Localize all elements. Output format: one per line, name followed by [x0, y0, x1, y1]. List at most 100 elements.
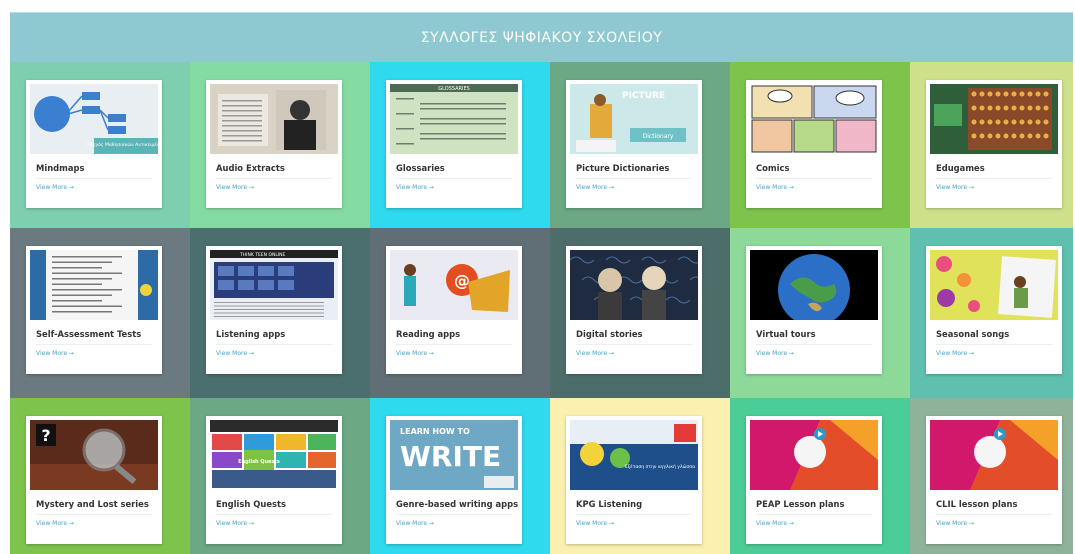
svg-text:Dictionary: Dictionary	[643, 133, 674, 140]
view-more-link[interactable]: View More →	[216, 184, 254, 191]
collection-tile: Comics View More →	[730, 62, 910, 228]
view-more-link[interactable]: View More →	[36, 520, 74, 527]
writing-icon[interactable]: LEARN HOW TO WRITE	[390, 420, 518, 490]
svg-text:THINK TEEN ONLINE: THINK TEEN ONLINE	[239, 252, 286, 258]
song-icon[interactable]	[930, 250, 1058, 320]
collection-title[interactable]: CLIL lesson plans	[936, 499, 1058, 509]
collections-grid: Οδηγός Μαθησιακών Αντικειμένων Mindmaps …	[10, 62, 1073, 554]
view-more-link[interactable]: View More →	[216, 520, 254, 527]
globe-icon[interactable]	[750, 250, 878, 320]
collection-title[interactable]: Mindmaps	[36, 163, 158, 173]
test-icon[interactable]	[30, 250, 158, 320]
view-more-link[interactable]: View More →	[216, 350, 254, 357]
collection-tile: Seasonal songs View More →	[910, 228, 1073, 398]
collection-tile: THINK TEEN ONLINE Listening apps View Mo…	[190, 228, 370, 398]
divider	[756, 344, 872, 345]
divider	[36, 178, 152, 179]
view-more-link[interactable]: View More →	[396, 184, 434, 191]
listening-icon[interactable]: THINK TEEN ONLINE	[210, 250, 338, 320]
collection-title[interactable]: Genre-based writing apps	[396, 499, 518, 509]
collection-title[interactable]: Mystery and Lost series	[36, 499, 158, 509]
edugames-icon[interactable]	[930, 84, 1058, 154]
svg-text:Οδηγός Μαθησιακών Αντικειμένων: Οδηγός Μαθησιακών Αντικειμένων	[86, 141, 158, 148]
comics-icon[interactable]	[750, 84, 878, 154]
collection-card[interactable]: Εξέταση στην αγγλική γλώσσα KPG Listenin…	[566, 416, 702, 544]
view-more-link[interactable]: View More →	[576, 520, 614, 527]
divider	[36, 344, 152, 345]
collection-title[interactable]: Edugames	[936, 163, 1058, 173]
collection-title[interactable]: Seasonal songs	[936, 329, 1058, 339]
view-more-link[interactable]: View More →	[756, 350, 794, 357]
collection-tile: PICTURE Dictionary Picture Dictionaries …	[550, 62, 730, 228]
collection-tile: @ Reading apps View More →	[370, 228, 550, 398]
collection-card[interactable]: @ Reading apps View More →	[386, 246, 522, 374]
collection-card[interactable]: PEAP Lesson plans View More →	[746, 416, 882, 544]
collection-tile: GLOSSARIES Glossaries View More →	[370, 62, 550, 228]
mindmap-icon[interactable]: Οδηγός Μαθησιακών Αντικειμένων	[30, 84, 158, 154]
collection-card[interactable]: English Quests English Quests View More …	[206, 416, 342, 544]
view-more-link[interactable]: View More →	[936, 350, 974, 357]
view-more-link[interactable]: View More →	[396, 520, 434, 527]
view-more-link[interactable]: View More →	[36, 184, 74, 191]
quest-icon[interactable]: English Quests	[210, 420, 338, 490]
collection-card[interactable]: Self-Assessment Tests View More →	[26, 246, 162, 374]
reading-icon[interactable]: @	[390, 250, 518, 320]
collection-card[interactable]: Audio Extracts View More →	[206, 80, 342, 208]
kpg-icon[interactable]: Εξέταση στην αγγλική γλώσσα	[570, 420, 698, 490]
view-more-link[interactable]: View More →	[576, 350, 614, 357]
svg-text:?: ?	[41, 426, 50, 445]
collection-card[interactable]: Virtual tours View More →	[746, 246, 882, 374]
collection-card[interactable]: LEARN HOW TO WRITE Genre-based writing a…	[386, 416, 522, 544]
story-icon[interactable]	[570, 250, 698, 320]
collection-title[interactable]: Picture Dictionaries	[576, 163, 698, 173]
collection-title[interactable]: Listening apps	[216, 329, 338, 339]
divider	[396, 344, 512, 345]
collection-card[interactable]: GLOSSARIES Glossaries View More →	[386, 80, 522, 208]
collection-title[interactable]: Comics	[756, 163, 878, 173]
view-more-link[interactable]: View More →	[936, 520, 974, 527]
clil-icon[interactable]	[930, 420, 1058, 490]
collection-card[interactable]: Οδηγός Μαθησιακών Αντικειμένων Mindmaps …	[26, 80, 162, 208]
collection-card[interactable]: ? Mystery and Lost series View More →	[26, 416, 162, 544]
view-more-link[interactable]: View More →	[36, 350, 74, 357]
svg-text:LEARN HOW TO: LEARN HOW TO	[400, 427, 470, 436]
collection-title[interactable]: Glossaries	[396, 163, 518, 173]
collection-card[interactable]: THINK TEEN ONLINE Listening apps View Mo…	[206, 246, 342, 374]
collection-card[interactable]: Comics View More →	[746, 80, 882, 208]
collection-tile: Self-Assessment Tests View More →	[10, 228, 190, 398]
view-more-link[interactable]: View More →	[756, 520, 794, 527]
view-more-link[interactable]: View More →	[756, 184, 794, 191]
collection-title[interactable]: English Quests	[216, 499, 338, 509]
view-more-link[interactable]: View More →	[936, 184, 974, 191]
collection-title[interactable]: Self-Assessment Tests	[36, 329, 158, 339]
collection-title[interactable]: KPG Listening	[576, 499, 698, 509]
divider	[576, 344, 692, 345]
view-more-link[interactable]: View More →	[396, 350, 434, 357]
collection-title[interactable]: PEAP Lesson plans	[756, 499, 878, 509]
mystery-icon[interactable]: ?	[30, 420, 158, 490]
divider	[396, 514, 512, 515]
collection-card[interactable]: Digital stories View More →	[566, 246, 702, 374]
collection-title[interactable]: Digital stories	[576, 329, 698, 339]
picture-dictionary-icon[interactable]: PICTURE Dictionary	[570, 84, 698, 154]
collection-title[interactable]: Virtual tours	[756, 329, 878, 339]
divider	[216, 178, 332, 179]
audio-icon[interactable]	[210, 84, 338, 154]
collection-title[interactable]: Audio Extracts	[216, 163, 338, 173]
view-more-link[interactable]: View More →	[576, 184, 614, 191]
divider	[216, 344, 332, 345]
page: ΣΥΛΛΟΓΕΣ ΨΗΦΙΑΚΟΥ ΣΧΟΛΕΙΟΥ Οδηγός Μαθησι…	[0, 0, 1075, 554]
lesson-plan-icon[interactable]	[750, 420, 878, 490]
svg-text:Εξέταση στην αγγλική γλώσσα: Εξέταση στην αγγλική γλώσσα	[625, 463, 695, 470]
collection-card[interactable]: Edugames View More →	[926, 80, 1062, 208]
divider	[936, 344, 1052, 345]
collection-card[interactable]: Seasonal songs View More →	[926, 246, 1062, 374]
collection-title[interactable]: Reading apps	[396, 329, 518, 339]
collection-tile: CLIL lesson plans View More →	[910, 398, 1073, 554]
glossary-icon[interactable]: GLOSSARIES	[390, 84, 518, 154]
collection-card[interactable]: PICTURE Dictionary Picture Dictionaries …	[566, 80, 702, 208]
divider	[576, 178, 692, 179]
collection-tile: ? Mystery and Lost series View More →	[10, 398, 190, 554]
divider	[936, 514, 1052, 515]
collection-card[interactable]: CLIL lesson plans View More →	[926, 416, 1062, 544]
